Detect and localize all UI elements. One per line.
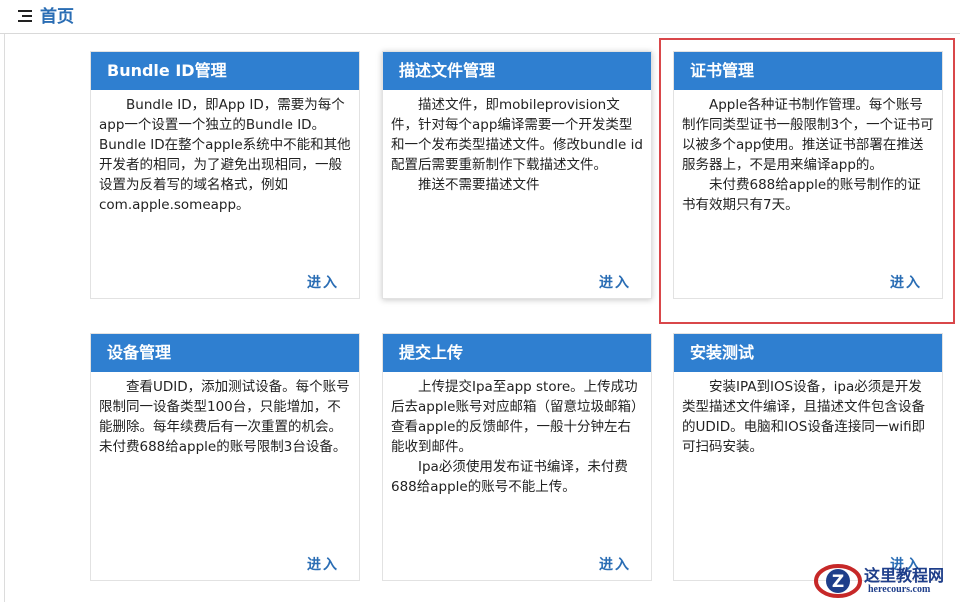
card-title: 证书管理 [674, 52, 942, 90]
card-bundle-id: Bundle ID管理 Bundle ID，即App ID，需要为每个app一个… [90, 51, 360, 299]
watermark: Z 这里教程网 herecours.com [812, 560, 960, 602]
card-paragraph: 安装IPA到IOS设备，ipa必须是开发类型描述文件编译，且描述文件包含设备的U… [682, 379, 926, 455]
watermark-url: herecours.com [868, 584, 931, 595]
card-profile: 描述文件管理 描述文件，即mobileprovision文件，针对每个app编译… [382, 51, 652, 299]
enter-link[interactable]: 进入 [307, 272, 339, 292]
card-description: 描述文件，即mobileprovision文件，针对每个app编译需要一个开发类… [383, 90, 651, 195]
menu-icon[interactable] [18, 10, 32, 22]
card-title: 设备管理 [91, 334, 359, 372]
card-title: 描述文件管理 [383, 52, 651, 90]
card-paragraph: 查看UDID，添加测试设备。每个账号限制同一设备类型100台，只能增加，不能删除… [99, 379, 350, 455]
page-title[interactable]: 首页 [40, 6, 74, 28]
enter-link[interactable]: 进入 [599, 554, 631, 574]
card-paragraph: Apple各种证书制作管理。每个账号制作同类型证书一般限制3个，一个证书可以被多… [682, 97, 934, 173]
top-bar: 首页 [0, 0, 960, 34]
enter-link[interactable]: 进入 [890, 272, 922, 292]
card-description: 安装IPA到IOS设备，ipa必须是开发类型描述文件编译，且描述文件包含设备的U… [674, 372, 942, 457]
card-paragraph: 描述文件，即mobileprovision文件，针对每个app编译需要一个开发类… [391, 97, 643, 173]
enter-link[interactable]: 进入 [599, 272, 631, 292]
svg-text:Z: Z [832, 572, 844, 592]
card-certificate: 证书管理 Apple各种证书制作管理。每个账号制作同类型证书一般限制3个，一个证… [673, 51, 943, 299]
card-upload: 提交上传 上传提交Ipa至app store。上传成功后去apple账号对应邮箱… [382, 333, 652, 581]
card-title: 提交上传 [383, 334, 651, 372]
card-title: Bundle ID管理 [91, 52, 359, 90]
card-paragraph: 上传提交Ipa至app store。上传成功后去apple账号对应邮箱（留意垃圾… [391, 379, 638, 455]
card-description: 上传提交Ipa至app store。上传成功后去apple账号对应邮箱（留意垃圾… [383, 372, 651, 497]
card-paragraph: 推送不需要描述文件 [418, 177, 540, 193]
enter-link[interactable]: 进入 [307, 554, 339, 574]
card-devices: 设备管理 查看UDID，添加测试设备。每个账号限制同一设备类型100台，只能增加… [90, 333, 360, 581]
card-paragraph: 未付费688给apple的账号制作的证书有效期只有7天。 [682, 177, 921, 213]
z-logo-icon: Z [814, 564, 862, 598]
watermark-name: 这里教程网 [864, 566, 945, 585]
card-description: 查看UDID，添加测试设备。每个账号限制同一设备类型100台，只能增加，不能删除… [91, 372, 359, 457]
card-description: Apple各种证书制作管理。每个账号制作同类型证书一般限制3个，一个证书可以被多… [674, 90, 942, 215]
card-paragraph: Bundle ID，即App ID，需要为每个app一个设置一个独立的Bundl… [99, 97, 351, 213]
card-paragraph: Ipa必须使用发布证书编译，未付费688给apple的账号不能上传。 [391, 459, 628, 495]
card-description: Bundle ID，即App ID，需要为每个app一个设置一个独立的Bundl… [91, 90, 359, 215]
card-install-test: 安装测试 安装IPA到IOS设备，ipa必须是开发类型描述文件编译，且描述文件包… [673, 333, 943, 581]
card-title: 安装测试 [674, 334, 942, 372]
